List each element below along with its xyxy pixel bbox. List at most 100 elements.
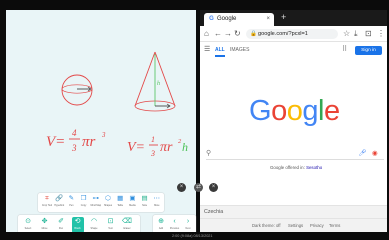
brush-icon: ⟲ <box>74 218 81 225</box>
bottom-tool-label: Eraser <box>123 227 131 230</box>
formula-left-pir: πr <box>82 134 96 150</box>
eraser-icon: ⌫ <box>122 218 132 225</box>
page-tool-label: Add <box>158 227 164 230</box>
tool-sticky-note[interactable]: ▤ Note <box>140 195 150 210</box>
tool-shape[interactable]: ⬡ Shapes <box>103 195 113 210</box>
whiteboard-tool-panel: ⌗ Crop Tool 🔗 Hyperlink ✎ Pen ❐ Copy ⊶ Mind Map ⬡ S… <box>38 193 164 212</box>
split-screen-frame: h V= 4 3 πr 3 V= 1 3 πr 2 h ⌗ Crop Tool 🔗 H… <box>0 0 389 240</box>
cone-h-label: h <box>157 81 160 87</box>
footer-link-settings[interactable]: Settings <box>288 223 303 229</box>
tool-mindmap[interactable]: ⊶ Mind Map <box>91 195 102 210</box>
bottom-tool-move[interactable]: ✥ Move <box>39 217 51 233</box>
back-arrow-icon[interactable]: ← <box>214 29 222 39</box>
whiteboard-canvas[interactable]: h V= 4 3 πr 3 V= 1 3 πr 2 h ⌗ Crop Tool 🔗 H… <box>6 10 196 235</box>
sign-in-button[interactable]: Sign in <box>355 46 382 55</box>
download-icon[interactable]: ⤓ <box>354 29 358 39</box>
taskbar: 2:00 (9:08a) 08/13/2021 <box>0 232 389 240</box>
logo-letter: G <box>249 95 272 127</box>
reload-icon[interactable]: ↻ <box>234 29 241 39</box>
sphere-drawing <box>61 74 93 106</box>
tab-google[interactable]: G Google × <box>204 13 274 26</box>
logo-letter: o <box>271 95 287 127</box>
formula-right-h: h <box>182 140 188 154</box>
page-tool-next-page[interactable]: › Next <box>182 217 194 233</box>
tool-table[interactable]: ▦ Table <box>115 195 125 210</box>
bottom-tool-label: Pen <box>58 227 64 230</box>
language-offer: Google offered in: Sesotho <box>270 165 322 171</box>
tool-pen[interactable]: ✎ Pen <box>66 195 76 210</box>
browser-toolbar: ⌂ ← → ↻ 🔒 google.com/?pcxl=1 ☆ ⤓ ⊡ ⋮ <box>200 26 387 42</box>
page-tool-prev-page[interactable]: ‹ Previous <box>169 217 181 233</box>
bottom-tool-select[interactable]: ⊙ Select <box>22 217 34 233</box>
more-icon: ⋯ <box>153 195 161 202</box>
bookmark-star-icon[interactable]: ☆ <box>343 29 350 39</box>
formula-right-numerator: 1 <box>151 135 155 144</box>
mindmap-icon: ⊶ <box>92 195 100 202</box>
home-icon[interactable]: ⌂ <box>204 29 209 39</box>
close-left-pane-icon[interactable]: × <box>177 183 186 192</box>
hamburger-menu-icon[interactable]: ☰ <box>204 45 210 55</box>
language-offer-label: Google offered in: <box>270 165 305 170</box>
tool-crop[interactable]: ⌗ Crop Tool <box>42 195 52 210</box>
search-input[interactable]: ⚲ 🎤︎ ◉ <box>206 147 384 160</box>
address-bar-url: google.com/?pcxl=1 <box>258 31 308 37</box>
formula-right-lhs: V= <box>127 140 145 155</box>
formula-left-lhs: V= <box>46 134 65 150</box>
tab-close-icon[interactable]: × <box>266 15 270 24</box>
page-tool-label: Previous <box>169 227 180 230</box>
bottom-tool-label: Move <box>41 227 48 230</box>
tool-media[interactable]: ▣ Media <box>127 195 137 210</box>
bottom-tool-pen-tool[interactable]: ✐ Pen <box>55 217 67 233</box>
crop-icon: ⌗ <box>45 195 49 202</box>
table-icon: ▦ <box>117 195 124 202</box>
nav-all[interactable]: ALL <box>215 46 225 54</box>
select-icon: ⊙ <box>25 218 31 225</box>
tab-count-icon[interactable]: ⊡ <box>365 29 372 39</box>
bottom-tool-text[interactable]: ⊡ Text <box>105 217 117 233</box>
new-tab-button[interactable]: + <box>281 12 286 23</box>
close-right-pane-icon[interactable]: × <box>209 183 218 192</box>
formula-left-exponent: 3 <box>101 131 106 139</box>
tool-link[interactable]: 🔗 Hyperlink <box>54 195 64 210</box>
google-favicon-icon: G <box>209 16 214 22</box>
footer-link-dark-theme[interactable]: Dark theme: off <box>252 223 281 229</box>
browser-window: G Google × + ⌂ ← → ↻ 🔒 google.com/?pcxl=… <box>200 10 387 232</box>
nav-images[interactable]: IMAGES <box>230 46 249 54</box>
swap-panes-icon[interactable]: ⇄ <box>194 183 203 192</box>
microphone-icon[interactable]: 🎤︎ <box>358 149 366 158</box>
footer-link-privacy[interactable]: Privacy <box>310 223 324 229</box>
google-apps-icon[interactable]: ⠿ <box>342 45 347 55</box>
media-icon: ▣ <box>129 195 136 202</box>
google-logo: Google <box>249 95 340 127</box>
page-tool-label: Next <box>185 227 191 230</box>
address-bar[interactable]: 🔒 google.com/?pcxl=1 <box>246 29 338 39</box>
tool-copy[interactable]: ❐ Copy <box>79 195 89 210</box>
bottom-tool-label: Text <box>108 227 113 230</box>
tool-label: More <box>154 204 160 207</box>
browser-menu-icon[interactable]: ⋮ <box>377 29 385 39</box>
shape-icon: ⬡ <box>105 195 111 202</box>
bottom-tool-label: Brush <box>74 227 81 230</box>
footer-location-bar: Czechia <box>200 205 387 218</box>
lens-camera-icon[interactable]: ◉ <box>372 149 378 158</box>
footer-link-terms[interactable]: Terms <box>329 223 340 229</box>
link-icon: 🔗 <box>55 195 64 202</box>
logo-letter: g <box>302 95 318 127</box>
formula-left-numerator: 4 <box>72 128 77 138</box>
tab-title: Google <box>217 16 237 22</box>
bottom-tool-brush[interactable]: ⟲ Brush <box>71 217 84 233</box>
lock-icon: 🔒 <box>250 31 257 37</box>
language-offer-link[interactable]: Sesotho <box>306 165 322 170</box>
bottom-tool-label: Select <box>24 227 32 230</box>
next-page-icon: › <box>186 218 190 225</box>
footer-location: Czechia <box>204 209 224 215</box>
pen-tool-icon: ✐ <box>58 218 64 225</box>
bottom-tool-shape-tool[interactable]: ◠ Shape <box>88 217 100 233</box>
bottom-tool-eraser[interactable]: ⌫ Eraser <box>121 217 133 233</box>
add-page-icon: ⊕ <box>158 218 164 225</box>
formula-right-denominator: 3 <box>150 149 155 158</box>
move-icon: ✥ <box>41 218 48 225</box>
page-tool-add-page[interactable]: ⊕ Add <box>155 217 167 233</box>
tool-more[interactable]: ⋯ More <box>152 195 162 210</box>
forward-arrow-icon[interactable]: → <box>224 29 232 39</box>
